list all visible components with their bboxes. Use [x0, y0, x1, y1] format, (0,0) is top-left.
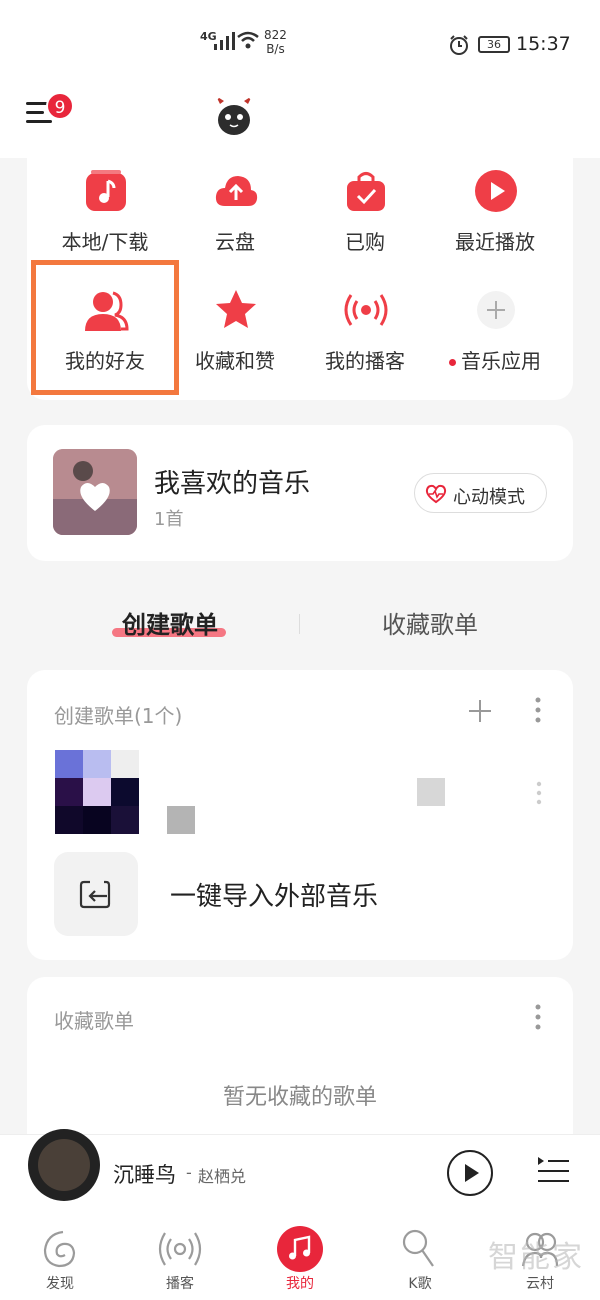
- battery-level: 36: [487, 38, 501, 51]
- star-icon: [216, 290, 256, 328]
- playlist-queue-icon[interactable]: [535, 1151, 571, 1187]
- now-playing-artist: 赵栖兑: [198, 1167, 247, 1186]
- highlight-box: [31, 260, 179, 395]
- liked-music-title: 我喜欢的音乐: [154, 469, 311, 499]
- mini-player[interactable]: 沉睡鸟 - 赵栖兑: [0, 1129, 600, 1210]
- heart-mode-button[interactable]: 心动模式: [414, 473, 547, 513]
- shopping-bag-icon: [347, 172, 385, 211]
- grid-item-label: 收藏和赞: [195, 349, 275, 373]
- watermark: 智能家: [488, 1240, 584, 1275]
- import-icon[interactable]: [54, 852, 138, 936]
- collected-playlists-card: 收藏歌单 暂无收藏的歌单: [27, 977, 573, 1147]
- nav-mine[interactable]: 我的: [240, 1210, 360, 1300]
- add-playlist-icon[interactable]: [467, 698, 493, 724]
- cover-art: [53, 449, 137, 535]
- playlist-subtitle-blurred: [167, 806, 195, 834]
- import-external-music-label[interactable]: 一键导入外部音乐: [170, 876, 378, 913]
- nav-discover[interactable]: 发现: [0, 1210, 120, 1300]
- grid-item-label: 本地/下载: [61, 230, 149, 254]
- podcast-icon: [344, 294, 388, 326]
- now-playing-song: 沉睡鸟: [113, 1163, 176, 1187]
- collected-playlists-header: 收藏歌单: [54, 1009, 134, 1033]
- more-options-icon[interactable]: [533, 696, 543, 724]
- avatar-image: [216, 96, 252, 135]
- heart-mode-label: 心动模式: [453, 487, 525, 508]
- grid-item-favorites-likes[interactable]: 收藏和赞: [170, 279, 300, 379]
- liked-music-count: 1首: [154, 509, 184, 530]
- playlist-more-icon[interactable]: [534, 780, 544, 806]
- grid-item-label-text: 音乐应用: [461, 349, 541, 373]
- grid-item-label: 音乐应用: [430, 345, 560, 374]
- grid-item-label: 我的播客: [325, 349, 405, 373]
- status-bar: 4G 822 B/s 36 15:37: [0, 0, 600, 90]
- heartbeat-icon: [425, 484, 447, 504]
- grid-item-label: 已购: [345, 230, 385, 254]
- tab-divider: [299, 614, 300, 634]
- music-note-icon: [86, 170, 126, 211]
- music-note-icon: [277, 1226, 323, 1272]
- playlist-title-blurred: [417, 778, 445, 806]
- grid-item-purchased[interactable]: 已购: [300, 160, 430, 260]
- new-dot-icon: [449, 359, 456, 366]
- microphone-icon: [402, 1229, 434, 1267]
- grid-item-label: 最近播放: [455, 230, 535, 254]
- tab-collected-playlists[interactable]: 收藏歌单: [360, 605, 500, 640]
- grid-item-cloud-disk[interactable]: 云盘: [170, 160, 300, 260]
- nav-karaoke[interactable]: K歌: [360, 1210, 480, 1300]
- podcast-icon: [158, 1232, 202, 1266]
- tab-created-playlists[interactable]: 创建歌单: [100, 605, 240, 640]
- nav-podcast[interactable]: 播客: [120, 1210, 240, 1300]
- nav-label: K歌: [408, 1276, 432, 1292]
- grid-item-local-download[interactable]: 本地/下载: [40, 160, 170, 260]
- avatar[interactable]: [212, 92, 256, 136]
- wifi-icon: [237, 31, 259, 49]
- import-arrow-icon: [79, 880, 111, 909]
- created-playlists-card: 创建歌单(1个) 一键导入外部音乐: [27, 670, 573, 960]
- liked-music-cover: [53, 449, 137, 535]
- nav-label: 云村: [526, 1276, 554, 1292]
- clock: 15:37: [516, 33, 571, 55]
- grid-item-my-podcast[interactable]: 我的播客: [300, 279, 430, 379]
- grid-item-music-apps[interactable]: 音乐应用: [430, 279, 560, 379]
- play-circle-icon: [475, 170, 517, 212]
- grid-item-label: 云盘: [215, 230, 255, 254]
- liked-music-card[interactable]: 我喜欢的音乐 1首 心动模式: [27, 425, 573, 561]
- created-playlists-header: 创建歌单(1个): [54, 704, 183, 728]
- speed-value: 822: [264, 28, 287, 42]
- cloud-upload-icon: [215, 176, 258, 206]
- grid-item-recent-play[interactable]: 最近播放: [430, 160, 560, 260]
- nav-label: 发现: [46, 1276, 74, 1292]
- song-artist-separator: -: [186, 1163, 192, 1182]
- nav-label: 播客: [166, 1276, 194, 1292]
- nav-label: 我的: [286, 1276, 314, 1292]
- more-options-icon[interactable]: [533, 1003, 543, 1031]
- add-icon: [477, 291, 515, 329]
- playlist-cover[interactable]: [55, 750, 139, 834]
- speed-unit: B/s: [266, 42, 285, 56]
- battery-icon: 36: [478, 36, 510, 53]
- alarm-icon: [450, 35, 468, 55]
- discover-icon: [43, 1230, 76, 1268]
- header: 9: [0, 80, 600, 158]
- signal-icon: [214, 32, 235, 50]
- network-speed: 822 B/s: [264, 28, 287, 56]
- play-button-icon[interactable]: [446, 1149, 494, 1197]
- album-disc[interactable]: [28, 1129, 100, 1201]
- empty-collected-message: 暂无收藏的歌单: [222, 1085, 377, 1110]
- notification-badge: 9: [46, 92, 74, 120]
